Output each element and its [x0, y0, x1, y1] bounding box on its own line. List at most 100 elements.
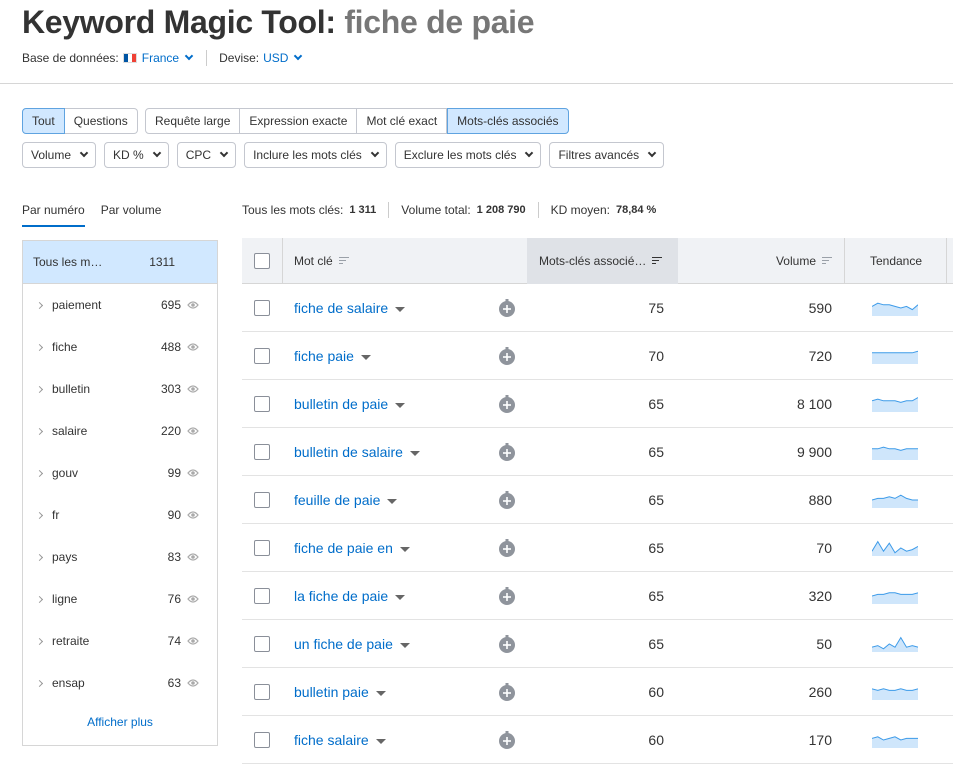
chevron-down-icon — [294, 51, 303, 61]
keyword-link[interactable]: bulletin paie — [294, 684, 386, 700]
sidebar-item[interactable]: retraite 74 — [23, 620, 217, 662]
row-checkbox[interactable] — [254, 300, 270, 316]
filter-kd[interactable]: KD % — [104, 142, 169, 168]
row-checkbox[interactable] — [254, 492, 270, 508]
eye-icon[interactable] — [187, 467, 199, 479]
related-value: 70 — [648, 348, 664, 364]
column-header-label: Mot clé — [294, 253, 333, 268]
tab-broad-match[interactable]: Requête large — [145, 108, 241, 134]
sidebar-item[interactable]: paiement 695 — [23, 284, 217, 326]
add-to-list-icon[interactable] — [498, 635, 516, 653]
question-filter-group: Tout Questions — [22, 108, 138, 134]
column-header-related[interactable]: Mots-clés associé… — [527, 237, 678, 284]
filter-include-keywords[interactable]: Inclure les mots clés — [244, 142, 387, 168]
eye-icon[interactable] — [187, 425, 199, 437]
sidebar-item-label: fiche — [52, 340, 78, 354]
tab-questions[interactable]: Questions — [64, 108, 138, 134]
add-to-list-icon[interactable] — [498, 731, 516, 749]
row-select-cell — [254, 284, 270, 332]
eye-icon[interactable] — [187, 635, 199, 647]
sidebar-item[interactable]: salaire 220 — [23, 410, 217, 452]
add-to-list-icon[interactable] — [498, 395, 516, 413]
show-more-link[interactable]: Afficher plus — [23, 715, 217, 729]
row-checkbox[interactable] — [254, 444, 270, 460]
sidebar-group-list: paiement 695 fiche 488 bulletin 303 salaire 220… — [23, 284, 217, 704]
eye-icon[interactable] — [187, 299, 199, 311]
chevron-right-icon — [35, 595, 44, 603]
keyword-link[interactable]: fiche salaire — [294, 732, 386, 748]
row-checkbox[interactable] — [254, 588, 270, 604]
row-checkbox[interactable] — [254, 540, 270, 556]
currency-selector[interactable]: USD — [263, 51, 303, 65]
add-to-list-icon[interactable] — [498, 443, 516, 461]
chevron-right-icon — [35, 301, 44, 309]
database-selector[interactable]: France — [122, 51, 194, 65]
chevron-down-icon — [370, 148, 380, 158]
filter-label: CPC — [185, 148, 212, 162]
sidebar-item-all[interactable]: Tous les m… 1311 — [23, 241, 217, 284]
related-cell: 70 — [527, 332, 678, 380]
volume-cell: 590 — [678, 284, 844, 332]
eye-icon[interactable] — [187, 677, 199, 689]
sidebar-item[interactable]: bulletin 303 — [23, 368, 217, 410]
trend-sparkline — [872, 736, 918, 748]
tab-related[interactable]: Mots-clés associés — [447, 108, 569, 134]
sidebar-item[interactable]: fiche 488 — [23, 326, 217, 368]
add-to-list-icon[interactable] — [498, 299, 516, 317]
related-cell: 65 — [527, 476, 678, 524]
table-row: fiche paie 70 720 — [242, 332, 953, 380]
row-checkbox[interactable] — [254, 348, 270, 364]
column-header-volume[interactable]: Volume — [678, 238, 844, 284]
eye-icon[interactable] — [187, 341, 199, 353]
filter-volume[interactable]: Volume — [22, 142, 97, 168]
trend-sparkline — [872, 592, 918, 604]
eye-icon[interactable] — [187, 551, 199, 563]
volume-cell: 260 — [678, 668, 844, 716]
currency-value: USD — [263, 51, 289, 65]
tab-by-volume[interactable]: Par volume — [101, 203, 162, 227]
select-all-checkbox[interactable] — [254, 252, 270, 269]
eye-icon[interactable] — [187, 509, 199, 521]
sidebar-item[interactable]: pays 83 — [23, 536, 217, 578]
add-to-list-icon[interactable] — [498, 539, 516, 557]
add-to-list-icon[interactable] — [498, 683, 516, 701]
sidebar-item[interactable]: gouv 99 — [23, 452, 217, 494]
row-checkbox[interactable] — [254, 732, 270, 748]
filter-exclude-keywords[interactable]: Exclure les mots clés — [394, 142, 542, 168]
add-to-list-icon[interactable] — [498, 347, 516, 365]
sidebar-item-count: 220 — [160, 424, 181, 438]
keyword-link[interactable]: un fiche de paie — [294, 636, 410, 652]
tab-exact-match[interactable]: Mot clé exact — [357, 108, 448, 134]
sidebar-item[interactable]: fr 90 — [23, 494, 217, 536]
row-checkbox[interactable] — [254, 684, 270, 700]
add-to-list-icon[interactable] — [498, 587, 516, 605]
keyword-link[interactable]: feuille de paie — [294, 492, 398, 508]
add-to-list-icon[interactable] — [498, 491, 516, 509]
tab-phrase-match[interactable]: Expression exacte — [240, 108, 358, 134]
keyword-link[interactable]: bulletin de paie — [294, 396, 406, 412]
filter-advanced[interactable]: Filtres avancés — [549, 142, 665, 168]
row-checkbox[interactable] — [254, 636, 270, 652]
volume-value: 590 — [808, 300, 832, 316]
trend-cell — [872, 284, 918, 332]
keyword-table: Mot clé Mots-clés associé… Volume Tendan… — [242, 237, 953, 764]
keyword-link[interactable]: bulletin de salaire — [294, 444, 420, 460]
sidebar-item[interactable]: ligne 76 — [23, 578, 217, 620]
keyword-link[interactable]: la fiche de paie — [294, 588, 406, 604]
tab-by-number[interactable]: Par numéro — [22, 203, 85, 227]
eye-icon[interactable] — [187, 593, 199, 605]
eye-icon[interactable] — [187, 383, 199, 395]
tab-all[interactable]: Tout — [22, 108, 65, 134]
column-header-keyword[interactable]: Mot clé — [294, 238, 349, 284]
sidebar-item[interactable]: ensap 63 — [23, 662, 217, 704]
volume-value: 880 — [808, 492, 832, 508]
row-checkbox[interactable] — [254, 396, 270, 412]
keyword-link[interactable]: fiche de paie en — [294, 540, 410, 556]
all-keywords-value: 1 311 — [349, 204, 377, 216]
keyword-link[interactable]: fiche de salaire — [294, 300, 406, 316]
keyword-link[interactable]: fiche paie — [294, 348, 371, 364]
filter-cpc[interactable]: CPC — [176, 142, 237, 168]
trend-sparkline — [872, 446, 918, 460]
column-header-label: Mots-clés associé… — [539, 253, 647, 268]
caret-down-icon — [360, 354, 371, 360]
